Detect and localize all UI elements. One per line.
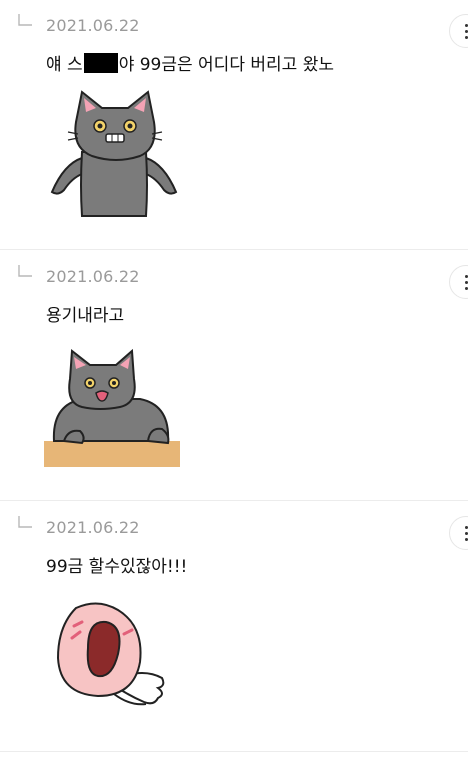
comment-item: 2021.06.22 얘 스야 99금은 어디다 버리고 왔노 bbox=[0, 0, 468, 250]
comment-date: 2021.06.22 bbox=[46, 518, 140, 537]
comment-date: 2021.06.22 bbox=[46, 267, 140, 286]
teary-cat-at-desk-sticker bbox=[44, 348, 180, 467]
comment-text: 용기내라고 bbox=[46, 306, 125, 326]
more-options-button[interactable] bbox=[449, 265, 468, 299]
reply-indent-icon bbox=[18, 516, 32, 528]
more-options-button[interactable] bbox=[449, 14, 468, 48]
comment-item: 2021.06.22 용기내라고 bbox=[0, 251, 468, 501]
comment-item: 2021.06.22 99금 할수있잖아!!! bbox=[0, 502, 468, 752]
redacted-fragment: 스 bbox=[67, 55, 83, 75]
comment-text: 99금 할수있잖아!!! bbox=[46, 557, 188, 577]
reply-indent-icon bbox=[18, 14, 32, 26]
comment-text: 얘 스야 99금은 어디다 버리고 왔노 bbox=[46, 53, 334, 75]
crying-cat-sticker bbox=[50, 90, 178, 217]
comment-date: 2021.06.22 bbox=[46, 16, 140, 35]
more-options-button[interactable] bbox=[449, 516, 468, 550]
redaction-bar bbox=[83, 53, 118, 73]
pink-peach-shouting-sticker bbox=[56, 602, 165, 706]
reply-indent-icon bbox=[18, 265, 32, 277]
